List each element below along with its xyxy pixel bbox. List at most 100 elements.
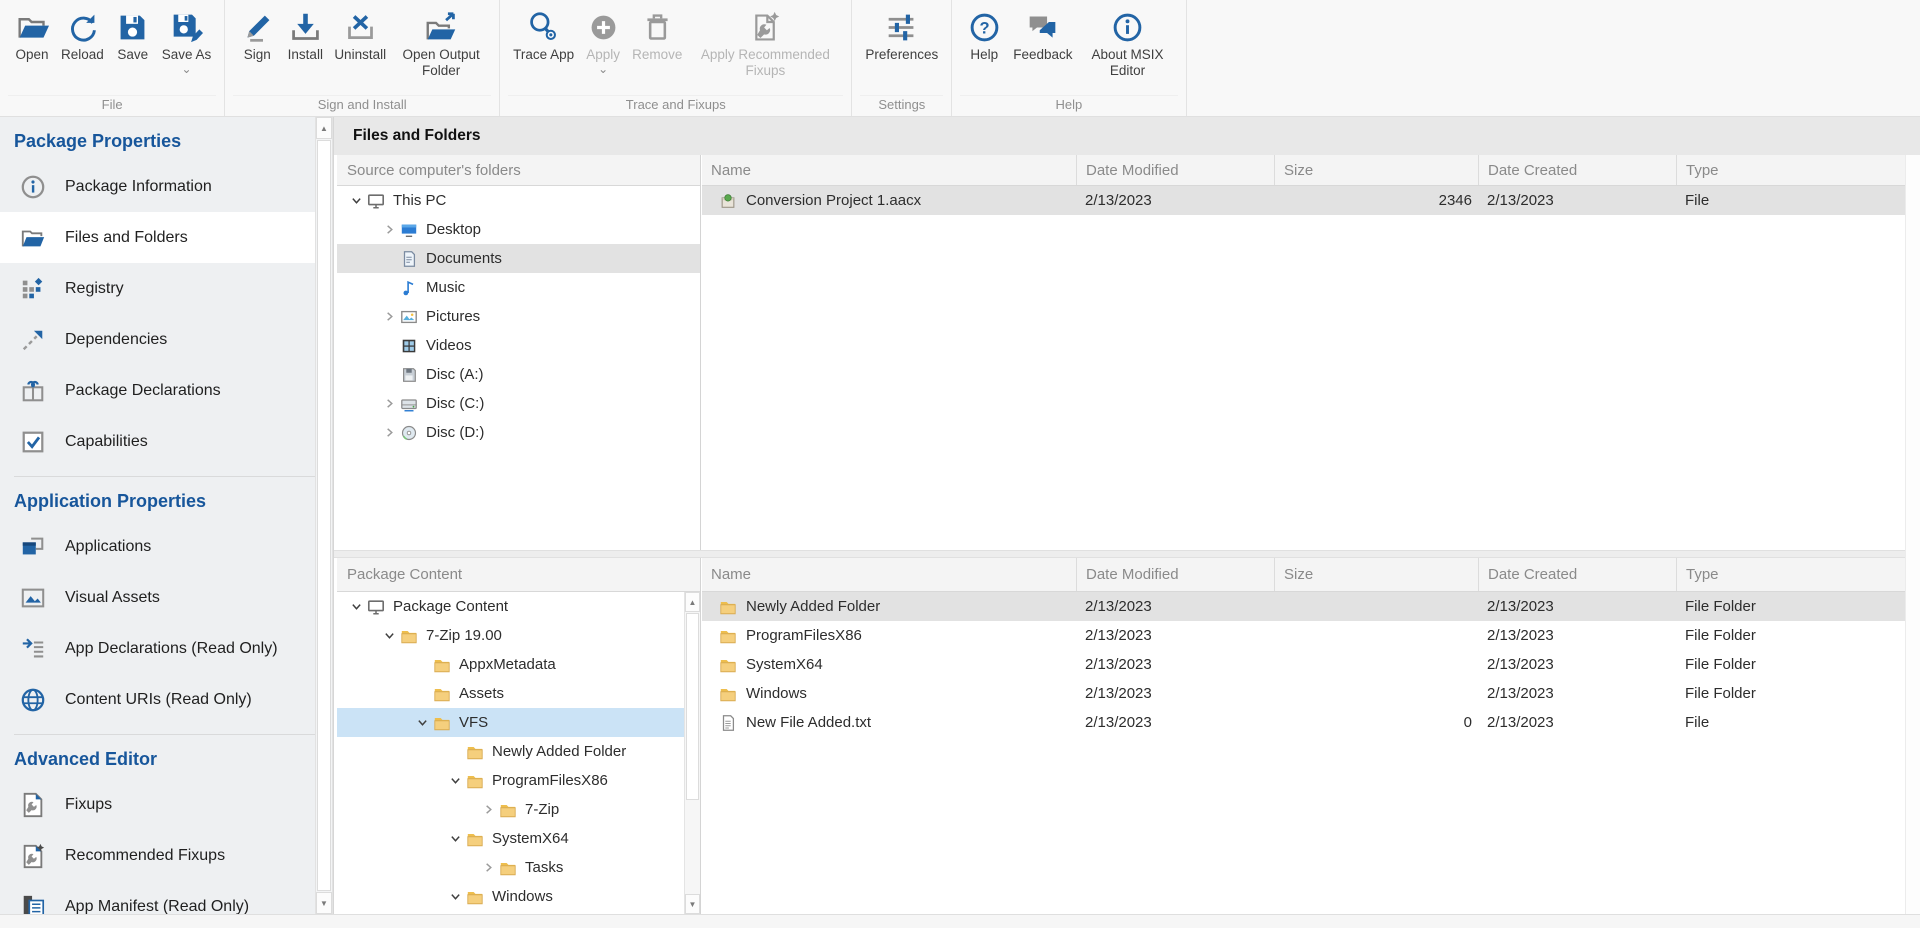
- button-label: Sign: [244, 47, 271, 63]
- sidebar-item-fixups[interactable]: Fixups: [0, 779, 315, 830]
- dropdown-chevron-icon[interactable]: ⌄: [182, 65, 192, 73]
- scrollbar-thumb[interactable]: [317, 140, 331, 891]
- sidebar-item-files-and-folders[interactable]: Files and Folders: [0, 212, 315, 263]
- chevron-collapsed-icon[interactable]: [378, 397, 400, 411]
- column-header-date-modified[interactable]: Date Modified: [1076, 155, 1274, 185]
- tree-item-assets[interactable]: Assets: [337, 679, 684, 708]
- file-row-systemx64[interactable]: SystemX642/13/20232/13/2023File Folder: [702, 650, 1905, 679]
- help-button[interactable]: ?Help: [960, 9, 1008, 63]
- column-header-type[interactable]: Type: [1676, 558, 1920, 591]
- sidebar-item-recommended-fixups[interactable]: Recommended Fixups: [0, 830, 315, 881]
- save-button[interactable]: Save: [109, 9, 157, 63]
- scroll-up-button[interactable]: ▲: [685, 592, 700, 612]
- tree-item-tasks[interactable]: Tasks: [337, 853, 684, 882]
- tree-item-this-pc[interactable]: This PC: [337, 186, 700, 215]
- file-row-programfilesx86[interactable]: ProgramFilesX862/13/20232/13/2023File Fo…: [702, 621, 1905, 650]
- open-output-folder-button[interactable]: Open Output Folder: [391, 9, 491, 78]
- tree-item-music[interactable]: Music: [337, 273, 700, 302]
- tree-item-pictures[interactable]: Pictures: [337, 302, 700, 331]
- feedback-button[interactable]: Feedback: [1008, 9, 1077, 63]
- date-modified-cell: 2/13/2023: [1076, 192, 1274, 209]
- preferences-button[interactable]: Preferences: [860, 9, 943, 63]
- save-as-button[interactable]: Save As⌄: [157, 9, 217, 73]
- scrollbar-thumb[interactable]: [686, 613, 699, 800]
- column-header-type[interactable]: Type: [1676, 155, 1920, 185]
- page-title: Files and Folders: [334, 117, 1920, 155]
- chevron-collapsed-icon[interactable]: [477, 861, 499, 875]
- list-scrollbar-track[interactable]: [1905, 155, 1920, 914]
- file-name-label: Conversion Project 1.aacx: [746, 192, 921, 209]
- chevron-collapsed-icon[interactable]: [378, 426, 400, 440]
- tree-item-7-zip-19-00[interactable]: 7-Zip 19.00: [337, 621, 684, 650]
- reload-button[interactable]: Reload: [56, 9, 109, 63]
- sidebar-item-app-manifest-read-only[interactable]: App Manifest (Read Only): [0, 881, 315, 914]
- column-header-name[interactable]: Name: [702, 155, 1076, 185]
- tree-item-desktop[interactable]: Desktop: [337, 215, 700, 244]
- sidebar-item-package-declarations[interactable]: Package Declarations: [0, 365, 315, 416]
- tree-item-newly-added-folder[interactable]: Newly Added Folder: [337, 737, 684, 766]
- tree-item-systemx64[interactable]: SystemX64: [337, 824, 684, 853]
- uninstall-button[interactable]: Uninstall: [329, 9, 391, 63]
- sign-button[interactable]: Sign: [233, 9, 281, 63]
- tree-item-disc-d[interactable]: Disc (D:): [337, 418, 700, 447]
- install-button[interactable]: Install: [281, 9, 329, 63]
- column-header-date-created[interactable]: Date Created: [1478, 558, 1676, 591]
- column-header-date-created[interactable]: Date Created: [1478, 155, 1676, 185]
- pane-splitter[interactable]: [334, 550, 1920, 558]
- tree-item-appxmetadata[interactable]: AppxMetadata: [337, 650, 684, 679]
- scroll-up-button[interactable]: ▲: [316, 117, 332, 139]
- sidebar-item-capabilities[interactable]: Capabilities: [0, 416, 315, 467]
- package-content-header[interactable]: Package Content: [337, 558, 700, 592]
- sidebar-item-content-uris-read-only[interactable]: Content URIs (Read Only): [0, 674, 315, 725]
- column-header-date-modified[interactable]: Date Modified: [1076, 558, 1274, 591]
- file-row-new-file-added-txt[interactable]: New File Added.txt2/13/202302/13/2023Fil…: [702, 708, 1905, 737]
- chevron-expanded-icon[interactable]: [444, 774, 466, 788]
- tree-item-label: Tasks: [525, 859, 563, 876]
- scroll-down-button[interactable]: ▼: [316, 892, 332, 914]
- folder-icon: [466, 888, 488, 906]
- sidebar-scrollbar[interactable]: ▲ ▼: [315, 117, 333, 914]
- sidebar-item-registry[interactable]: Registry: [0, 263, 315, 314]
- source-folders-header[interactable]: Source computer's folders: [337, 155, 700, 186]
- tree-item-package-content[interactable]: Package Content: [337, 592, 684, 621]
- aacx-package-icon: [719, 192, 737, 210]
- tree-item-documents[interactable]: Documents: [337, 244, 700, 273]
- column-header-name[interactable]: Name: [702, 558, 1076, 591]
- chevron-expanded-icon[interactable]: [411, 716, 433, 730]
- package-tree-scrollbar[interactable]: ▲ ▼: [684, 592, 700, 914]
- scroll-down-button[interactable]: ▼: [685, 894, 700, 914]
- tree-item-windows[interactable]: Windows: [337, 882, 684, 911]
- about-msix-editor-button[interactable]: About MSIX Editor: [1078, 9, 1178, 78]
- sidebar-item-dependencies[interactable]: Dependencies: [0, 314, 315, 365]
- tree-item-programfilesx86[interactable]: ProgramFilesX86: [337, 766, 684, 795]
- tree-item-label: Music: [426, 279, 465, 296]
- chevron-collapsed-icon[interactable]: [378, 310, 400, 324]
- file-row-conversion-project-1-aacx[interactable]: Conversion Project 1.aacx2/13/202323462/…: [702, 186, 1905, 215]
- chevron-expanded-icon[interactable]: [345, 600, 367, 614]
- sidebar-item-app-declarations-read-only[interactable]: App Declarations (Read Only): [0, 623, 315, 674]
- chevron-expanded-icon[interactable]: [444, 832, 466, 846]
- chevron-collapsed-icon[interactable]: [477, 803, 499, 817]
- sidebar-item-package-information[interactable]: Package Information: [0, 161, 315, 212]
- column-header-size[interactable]: Size: [1274, 155, 1478, 185]
- folder-icon: [719, 685, 737, 703]
- tree-item-7-zip[interactable]: 7-Zip: [337, 795, 684, 824]
- date-modified-cell: 2/13/2023: [1076, 714, 1274, 731]
- tree-item-vfs[interactable]: VFS: [337, 708, 684, 737]
- sidebar-item-applications[interactable]: Applications: [0, 521, 315, 572]
- open-button[interactable]: Open: [8, 9, 56, 63]
- chevron-expanded-icon[interactable]: [345, 194, 367, 208]
- sidebar-item-visual-assets[interactable]: Visual Assets: [0, 572, 315, 623]
- column-header-size[interactable]: Size: [1274, 558, 1478, 591]
- tree-item-disc-c[interactable]: Disc (C:): [337, 389, 700, 418]
- tree-item-label: 7-Zip 19.00: [426, 627, 502, 644]
- tree-item-disc-a[interactable]: Disc (A:): [337, 360, 700, 389]
- trace-app-button[interactable]: Trace App: [508, 9, 579, 63]
- file-row-newly-added-folder[interactable]: Newly Added Folder2/13/20232/13/2023File…: [702, 592, 1905, 621]
- chevron-expanded-icon[interactable]: [444, 890, 466, 904]
- tree-item-videos[interactable]: Videos: [337, 331, 700, 360]
- chevron-collapsed-icon[interactable]: [378, 223, 400, 237]
- ribbon-group-settings: PreferencesSettings: [852, 0, 952, 116]
- chevron-expanded-icon[interactable]: [378, 629, 400, 643]
- file-row-windows[interactable]: Windows2/13/20232/13/2023File Folder: [702, 679, 1905, 708]
